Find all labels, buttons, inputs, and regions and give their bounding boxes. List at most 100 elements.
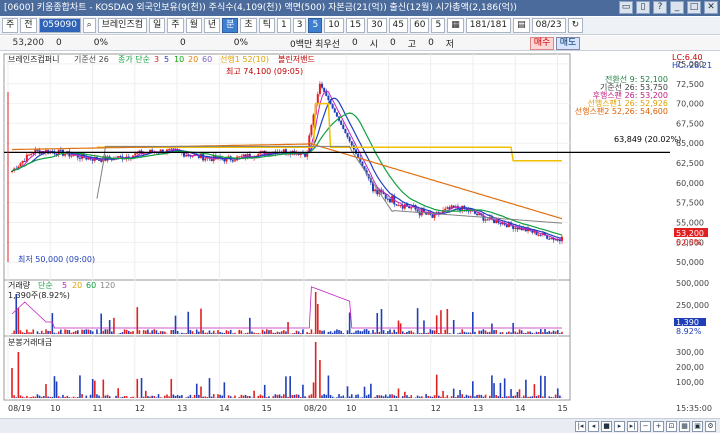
maximize-icon[interactable]: □ (687, 1, 701, 14)
volume-bar (229, 329, 232, 334)
candle-body (185, 155, 188, 157)
calendar-icon[interactable]: ▤ (513, 18, 530, 33)
period-year[interactable]: 년 (203, 18, 221, 33)
amount-bar (380, 395, 383, 398)
first-icon[interactable]: |◂ (575, 421, 586, 432)
amount-bar (357, 394, 359, 398)
zoom-in-icon[interactable]: + (653, 421, 664, 432)
stock-code-input[interactable]: 059090 (38, 18, 81, 33)
volume-bar (183, 333, 185, 334)
amount-bar (206, 396, 209, 398)
close-icon[interactable]: ✕ (704, 1, 718, 14)
chart-settings-icon[interactable]: ▦ (447, 18, 464, 33)
help-icon[interactable]: ? (653, 1, 667, 14)
volume-bar (418, 333, 421, 334)
period-day[interactable]: 일 (149, 18, 166, 33)
refresh-icon[interactable]: ↻ (567, 18, 584, 33)
interval-3[interactable]: 3 (292, 18, 307, 33)
volume-bar (155, 330, 158, 334)
price-legend-base: 기준선 26 (74, 55, 109, 64)
volume-bar (283, 330, 285, 334)
minimize-icon[interactable]: _ (670, 1, 684, 14)
candle-body (514, 227, 517, 229)
amount-bar (384, 394, 387, 398)
interval-5[interactable]: 5 (308, 18, 323, 33)
amount-bar (361, 397, 364, 398)
volume-bar (244, 333, 247, 334)
amount-bar (463, 396, 466, 398)
vol-current-pct: 8.92% (676, 327, 702, 336)
period-tick[interactable]: 틱 (258, 18, 275, 33)
amount-bar (556, 388, 559, 398)
ma-5: 5 (164, 55, 169, 64)
market-select[interactable]: 주 (2, 18, 19, 33)
interval-10[interactable]: 10 (324, 18, 344, 33)
buy-button[interactable]: 매수 (530, 37, 554, 50)
interval-45[interactable]: 45 (388, 18, 408, 33)
volume-bar (429, 329, 432, 334)
amount-bar (382, 396, 385, 398)
volume-bar (512, 322, 514, 334)
amount-bar (312, 382, 315, 398)
volume-info: 1,390주(8.92%) (8, 291, 70, 300)
amount-bar (367, 394, 370, 398)
volume-bar (427, 332, 430, 334)
sell-button[interactable]: 매도 (556, 37, 580, 50)
volume-bar (478, 330, 480, 334)
volume-bar (193, 333, 196, 334)
volume-bar (125, 329, 128, 334)
period-second[interactable]: 초 (240, 18, 257, 33)
amount-bar (246, 396, 249, 398)
candle-body (32, 152, 35, 154)
candle-body (231, 160, 234, 162)
period-week[interactable]: 주 (167, 18, 184, 33)
interval-30[interactable]: 30 (367, 18, 387, 33)
prev-button[interactable]: 전 (20, 18, 37, 33)
ma-20: 20 (188, 55, 198, 64)
volume-bar (127, 331, 130, 334)
next-icon[interactable]: ▸ (614, 421, 625, 432)
price-legend-title: 브레인즈컴퍼니 (8, 54, 60, 64)
interval-1[interactable]: 1 (276, 18, 291, 33)
count-select[interactable]: 5 (431, 18, 446, 33)
candle-body (444, 208, 447, 211)
volume-bar (15, 294, 18, 334)
candle-body (335, 112, 338, 117)
prev-icon[interactable]: ◂ (588, 421, 599, 432)
amount-bar (416, 395, 419, 398)
amount-bar (91, 378, 94, 398)
volume-bar (198, 331, 200, 334)
amount-bar (151, 395, 153, 398)
amount-bar (166, 394, 168, 398)
volume-bar (393, 329, 396, 334)
volume-bar (219, 332, 221, 334)
panel-icon[interactable]: ▣ (692, 421, 703, 432)
search-icon[interactable]: ⌕ (82, 18, 96, 33)
volume-bar (23, 332, 26, 334)
interval-60[interactable]: 60 (410, 18, 430, 33)
volume-bar (64, 329, 66, 334)
chart-canvas[interactable]: 브레인즈컴퍼니 기준선 26 종가 단순 3 5 10 20 60 선행1 52… (0, 52, 720, 418)
amount-bar (170, 378, 173, 398)
window-layout-icon[interactable]: ▯ (636, 1, 650, 14)
volume-bar (401, 331, 404, 334)
amount-bar (72, 396, 75, 398)
price-y-tick: 55,000 (676, 219, 704, 228)
grid-icon[interactable]: ▦ (679, 421, 690, 432)
settings-icon[interactable]: ⚙ (705, 421, 716, 432)
period-minute[interactable]: 분 (222, 18, 239, 33)
volume-bar (45, 329, 47, 334)
window-restore-icon[interactable]: ▭ (619, 1, 633, 14)
zoom-fit-icon[interactable]: ⊡ (666, 421, 677, 432)
amount-bar (478, 394, 480, 398)
volume-bar (535, 331, 538, 334)
volume-bar (463, 331, 466, 334)
zoom-out-icon[interactable]: − (640, 421, 651, 432)
stop-icon[interactable]: ■ (601, 421, 612, 432)
period-month[interactable]: 월 (185, 18, 202, 33)
chart-area[interactable]: 브레인즈컴퍼니 기준선 26 종가 단순 3 5 10 20 60 선행1 52… (0, 52, 720, 418)
interval-15[interactable]: 15 (345, 18, 366, 33)
last-icon[interactable]: ▸| (627, 421, 638, 432)
amount-bar (240, 394, 243, 398)
date-input[interactable]: 08/23 (531, 18, 566, 33)
